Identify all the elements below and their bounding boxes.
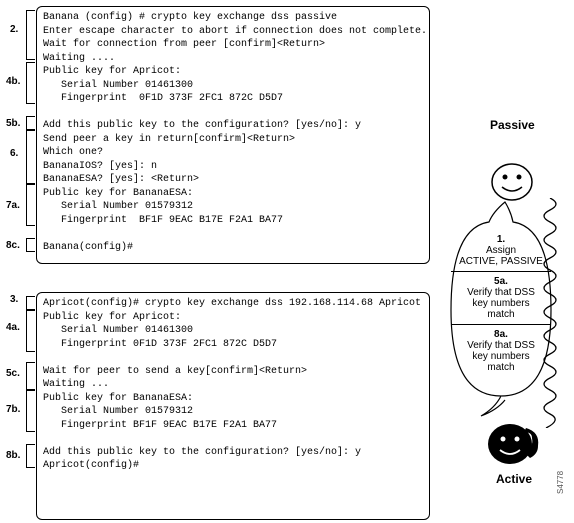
term-line: Send peer a key in return[confirm]<Retur… <box>43 133 423 147</box>
active-heading: Active <box>496 472 532 486</box>
bubble-step-5a: 5a. <box>494 276 508 287</box>
term-line: Enter escape character to abort if conne… <box>43 25 423 39</box>
passive-heading: Passive <box>490 118 535 132</box>
term-line <box>43 432 423 446</box>
term-line <box>43 227 423 241</box>
step-label-4a: 4a. <box>6 322 20 333</box>
terminal-banana: Banana (config) # crypto key exchange ds… <box>36 6 430 264</box>
term-line: Serial Number 01579312 <box>43 405 423 419</box>
bracket <box>26 184 35 226</box>
figure-number: S4778 <box>556 471 565 494</box>
step-label-3: 3. <box>10 294 18 305</box>
term-line: Serial Number 01461300 <box>43 79 423 93</box>
step-label-7a: 7a. <box>6 200 20 211</box>
term-line: Waiting ... <box>43 378 423 392</box>
term-line: Banana(config)# <box>43 241 423 255</box>
term-line: Which one? <box>43 146 423 160</box>
phone-cord-icon <box>540 198 566 432</box>
term-line <box>43 351 423 365</box>
term-line: Banana (config) # crypto key exchange ds… <box>43 11 423 25</box>
terminal-apricot: Apricot(config)# crypto key exchange dss… <box>36 292 430 520</box>
step-label-6: 6. <box>10 148 18 159</box>
term-line: Public key for BananaESA: <box>43 187 423 201</box>
term-line: Public key for Apricot: <box>43 311 423 325</box>
term-line: Public key for Apricot: <box>43 65 423 79</box>
step-label-7b: 7b. <box>6 404 20 415</box>
term-line: BananaIOS? [yes]: n <box>43 160 423 174</box>
step-label-4b: 4b. <box>6 76 20 87</box>
bracket <box>26 390 35 432</box>
term-line: Serial Number 01461300 <box>43 324 423 338</box>
term-line: Add this public key to the configuration… <box>43 446 423 460</box>
bracket <box>26 444 35 468</box>
term-line: Apricot(config)# crypto key exchange dss… <box>43 297 423 311</box>
term-line: Fingerprint BF1F 9EAC B17E F2A1 BA77 <box>43 419 423 433</box>
bubble-step-1: 1. <box>497 234 505 245</box>
term-line: Wait for connection from peer [confirm]<… <box>43 38 423 52</box>
bracket <box>26 116 35 130</box>
step-label-8b: 8b. <box>6 450 20 461</box>
bracket <box>26 296 35 310</box>
term-line <box>43 106 423 120</box>
bracket <box>26 362 35 390</box>
bubble-step-8a: 8a. <box>494 329 508 340</box>
face-active-icon <box>484 418 542 474</box>
term-line: BananaESA? [yes]: <Return> <box>43 173 423 187</box>
term-line: Wait for peer to send a key[confirm]<Ret… <box>43 365 423 379</box>
step-label-5b: 5b. <box>6 118 20 129</box>
bracket <box>26 10 35 60</box>
bracket <box>26 62 35 104</box>
term-line: Public key for BananaESA: <box>43 392 423 406</box>
term-line: Fingerprint 0F1D 373F 2FC1 872C D5D7 <box>43 92 423 106</box>
step-label-8c: 8c. <box>6 240 20 251</box>
term-line: Apricot(config)# <box>43 459 423 473</box>
term-line: Serial Number 01579312 <box>43 200 423 214</box>
term-line: Waiting .... <box>43 52 423 66</box>
divider <box>451 271 551 272</box>
bracket <box>26 238 35 252</box>
step-label-5c: 5c. <box>6 368 20 379</box>
bracket <box>26 310 35 352</box>
term-line: Add this public key to the configuration… <box>43 119 423 133</box>
divider <box>451 324 551 325</box>
term-line: Fingerprint BF1F 9EAC B17E F2A1 BA77 <box>43 214 423 228</box>
bracket <box>26 130 35 184</box>
step-label-2: 2. <box>10 24 18 35</box>
term-line: Fingerprint 0F1D 373F 2FC1 872C D5D7 <box>43 338 423 352</box>
